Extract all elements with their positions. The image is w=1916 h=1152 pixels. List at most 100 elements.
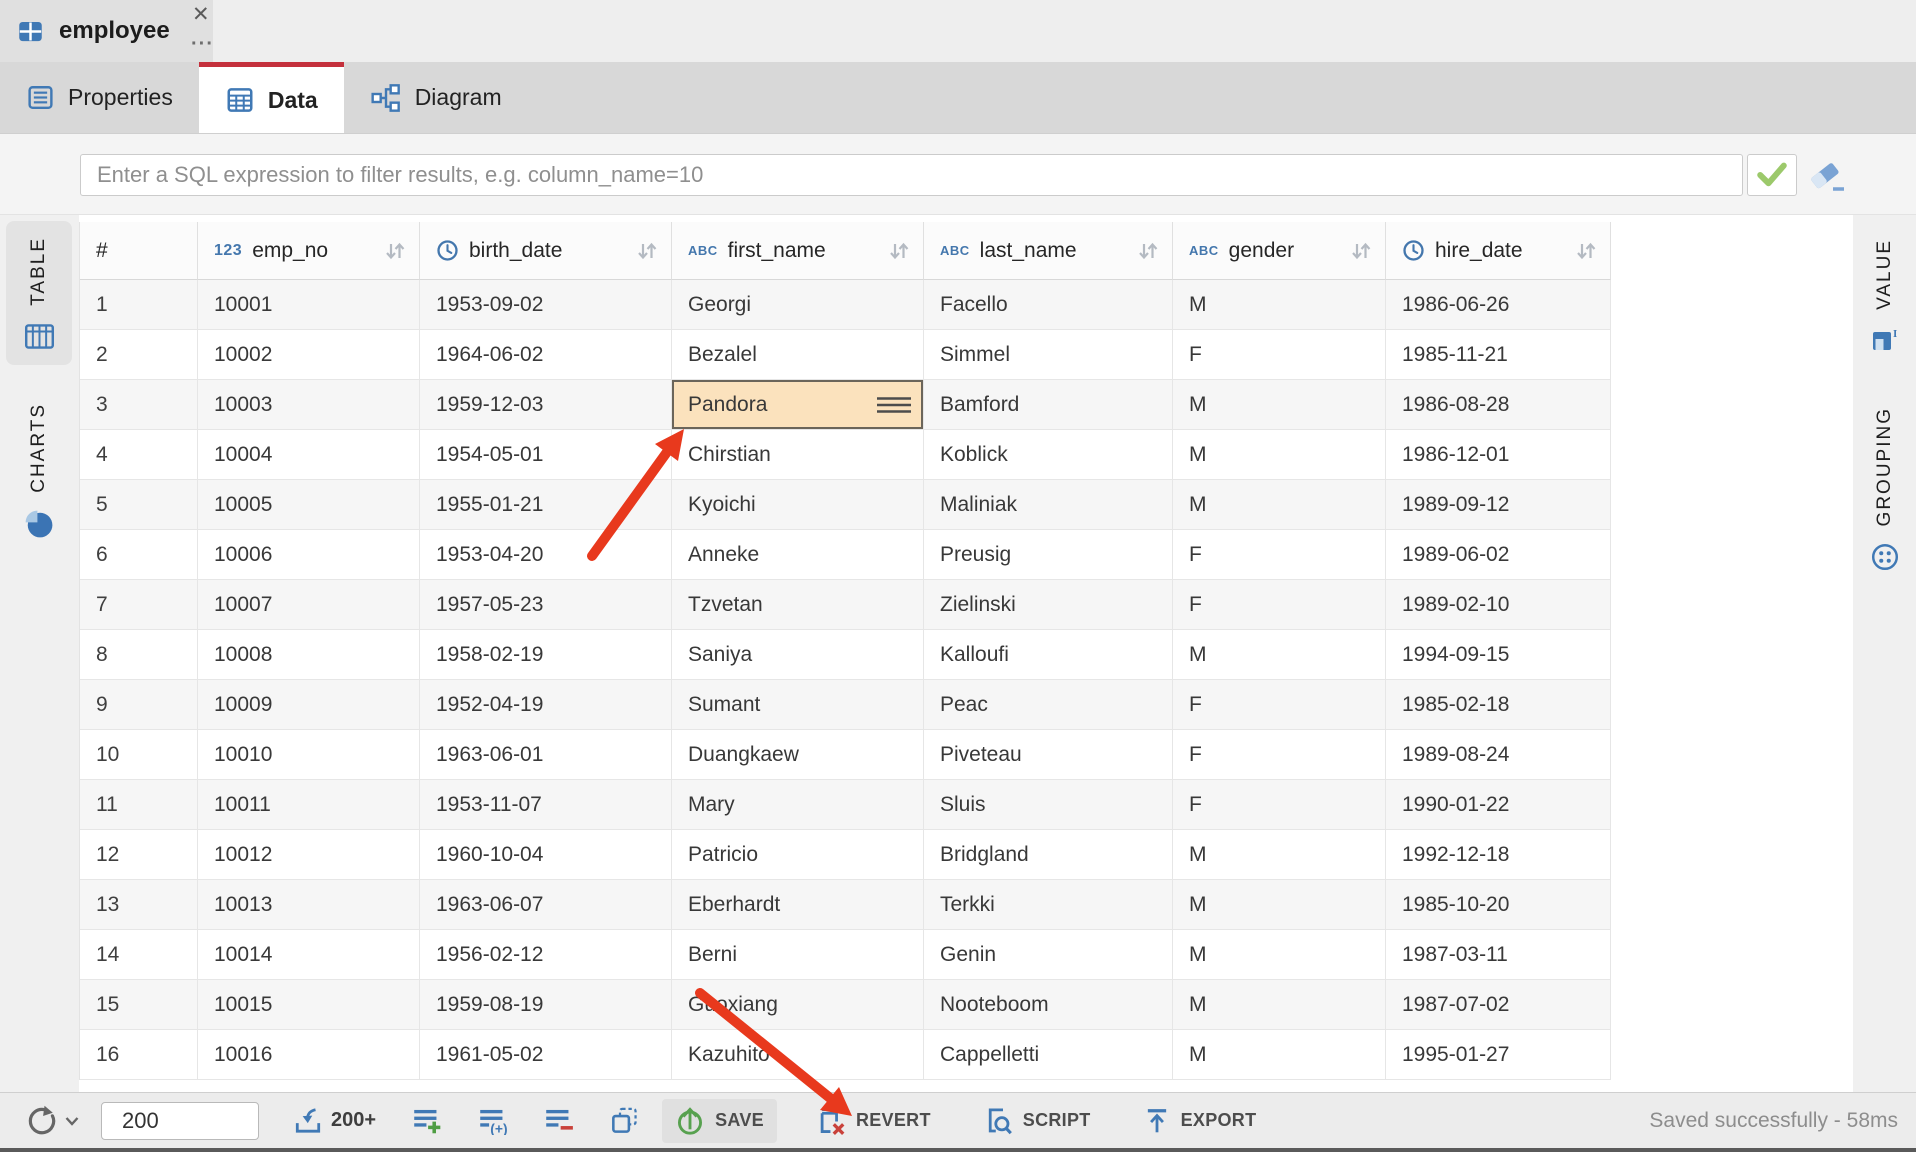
table-cell-last_name[interactable]: Genin	[924, 930, 1173, 980]
delete-row-button[interactable]	[544, 1106, 574, 1135]
hamburger-icon[interactable]	[877, 396, 911, 414]
table-cell-emp_no[interactable]: 10003	[198, 380, 420, 430]
table-cell-first_name[interactable]: Saniya	[672, 630, 924, 680]
column-header-emp_no[interactable]: 123emp_no	[198, 222, 420, 280]
table-cell-birth_date[interactable]: 1954-05-01	[420, 430, 672, 480]
table-cell-emp_no[interactable]: 10011	[198, 780, 420, 830]
table-cell-hire_date[interactable]: 1989-09-12	[1386, 480, 1611, 530]
row-number-cell[interactable]: 11	[80, 780, 198, 830]
table-cell-birth_date[interactable]: 1959-12-03	[420, 380, 672, 430]
more-options-icon[interactable]: ···	[191, 33, 214, 56]
table-cell-last_name[interactable]: Peac	[924, 680, 1173, 730]
table-cell-last_name[interactable]: Simmel	[924, 330, 1173, 380]
table-cell-last_name[interactable]: Sluis	[924, 780, 1173, 830]
table-cell-birth_date[interactable]: 1958-02-19	[420, 630, 672, 680]
table-cell-first_name[interactable]: Anneke	[672, 530, 924, 580]
table-cell-first_name[interactable]: Patricio	[672, 830, 924, 880]
table-cell-hire_date[interactable]: 1985-11-21	[1386, 330, 1611, 380]
table-cell-last_name[interactable]: Koblick	[924, 430, 1173, 480]
table-cell-hire_date[interactable]: 1989-02-10	[1386, 580, 1611, 630]
close-icon[interactable]: ✕	[192, 1, 210, 29]
table-cell-emp_no[interactable]: 10012	[198, 830, 420, 880]
column-header-birth_date[interactable]: birth_date	[420, 222, 672, 280]
table-cell-emp_no[interactable]: 10009	[198, 680, 420, 730]
table-cell-emp_no[interactable]: 10006	[198, 530, 420, 580]
table-cell-first_name[interactable]: Kazuhito	[672, 1030, 924, 1080]
table-cell-last_name[interactable]: Bridgland	[924, 830, 1173, 880]
column-header-hire_date[interactable]: hire_date	[1386, 222, 1611, 280]
table-cell-birth_date[interactable]: 1956-02-12	[420, 930, 672, 980]
duplicate-row-button[interactable]: (+)	[478, 1106, 508, 1135]
table-cell-emp_no[interactable]: 10008	[198, 630, 420, 680]
table-cell-gender[interactable]: F	[1173, 680, 1386, 730]
table-cell-first_name[interactable]: Berni	[672, 930, 924, 980]
table-cell-gender[interactable]: M	[1173, 430, 1386, 480]
table-cell-last_name[interactable]: Preusig	[924, 530, 1173, 580]
sql-filter-input[interactable]	[80, 154, 1743, 196]
table-cell-emp_no[interactable]: 10002	[198, 330, 420, 380]
table-cell-birth_date[interactable]: 1953-09-02	[420, 280, 672, 330]
row-number-cell[interactable]: 9	[80, 680, 198, 730]
panel-tab-grouping[interactable]: GROUPING	[1852, 391, 1916, 586]
table-cell-last_name[interactable]: Nooteboom	[924, 980, 1173, 1030]
table-cell-gender[interactable]: F	[1173, 330, 1386, 380]
table-cell-birth_date[interactable]: 1963-06-01	[420, 730, 672, 780]
table-cell-last_name[interactable]: Cappelletti	[924, 1030, 1173, 1080]
column-header-first_name[interactable]: ABCfirst_name	[672, 222, 924, 280]
table-cell-gender[interactable]: M	[1173, 930, 1386, 980]
fetch-size-input[interactable]	[101, 1102, 259, 1140]
sort-icon[interactable]	[1136, 239, 1160, 263]
table-cell-gender[interactable]: F	[1173, 780, 1386, 830]
table-cell-hire_date[interactable]: 1994-09-15	[1386, 630, 1611, 680]
table-cell-hire_date[interactable]: 1985-02-18	[1386, 680, 1611, 730]
table-cell-first_name[interactable]: Guoxiang	[672, 980, 924, 1030]
table-cell-gender[interactable]: F	[1173, 730, 1386, 780]
edited-cell-first_name[interactable]: Pandora	[672, 380, 924, 430]
table-cell-hire_date[interactable]: 1995-01-27	[1386, 1030, 1611, 1080]
table-cell-gender[interactable]: M	[1173, 830, 1386, 880]
sort-icon[interactable]	[887, 239, 911, 263]
apply-filter-button[interactable]	[1747, 154, 1797, 196]
table-cell-last_name[interactable]: Facello	[924, 280, 1173, 330]
column-header-last_name[interactable]: ABClast_name	[924, 222, 1173, 280]
sort-icon[interactable]	[1574, 239, 1598, 263]
table-cell-hire_date[interactable]: 1989-08-24	[1386, 730, 1611, 780]
table-cell-birth_date[interactable]: 1964-06-02	[420, 330, 672, 380]
table-cell-birth_date[interactable]: 1957-05-23	[420, 580, 672, 630]
export-button[interactable]: EXPORT	[1130, 1099, 1270, 1143]
table-cell-first_name[interactable]: Bezalel	[672, 330, 924, 380]
add-row-button[interactable]	[412, 1106, 442, 1135]
table-cell-gender[interactable]: M	[1173, 980, 1386, 1030]
table-cell-first_name[interactable]: Eberhardt	[672, 880, 924, 930]
table-cell-emp_no[interactable]: 10004	[198, 430, 420, 480]
row-number-cell[interactable]: 1	[80, 280, 198, 330]
save-button[interactable]: SAVE	[662, 1099, 777, 1143]
table-cell-birth_date[interactable]: 1955-01-21	[420, 480, 672, 530]
fetch-more-button[interactable]: 200+	[293, 1107, 376, 1135]
table-cell-hire_date[interactable]: 1986-06-26	[1386, 280, 1611, 330]
table-cell-last_name[interactable]: Kalloufi	[924, 630, 1173, 680]
table-cell-birth_date[interactable]: 1952-04-19	[420, 680, 672, 730]
table-cell-gender[interactable]: M	[1173, 480, 1386, 530]
row-number-cell[interactable]: 13	[80, 880, 198, 930]
table-cell-hire_date[interactable]: 1992-12-18	[1386, 830, 1611, 880]
revert-button[interactable]: REVERT	[803, 1099, 944, 1143]
row-number-cell[interactable]: 4	[80, 430, 198, 480]
script-button[interactable]: SCRIPT	[970, 1099, 1104, 1143]
table-cell-first_name[interactable]: Georgi	[672, 280, 924, 330]
table-cell-last_name[interactable]: Piveteau	[924, 730, 1173, 780]
table-cell-birth_date[interactable]: 1953-04-20	[420, 530, 672, 580]
row-number-cell[interactable]: 2	[80, 330, 198, 380]
tab-properties[interactable]: Properties	[0, 62, 199, 133]
editor-tab-employee[interactable]: employee	[0, 0, 213, 62]
table-cell-gender[interactable]: M	[1173, 380, 1386, 430]
table-cell-gender[interactable]: M	[1173, 1030, 1386, 1080]
table-cell-birth_date[interactable]: 1959-08-19	[420, 980, 672, 1030]
row-number-cell[interactable]: 10	[80, 730, 198, 780]
table-cell-gender[interactable]: F	[1173, 530, 1386, 580]
row-number-cell[interactable]: 8	[80, 630, 198, 680]
tab-data[interactable]: Data	[199, 62, 344, 133]
table-cell-first_name[interactable]: Duangkaew	[672, 730, 924, 780]
table-cell-emp_no[interactable]: 10001	[198, 280, 420, 330]
table-cell-last_name[interactable]: Maliniak	[924, 480, 1173, 530]
